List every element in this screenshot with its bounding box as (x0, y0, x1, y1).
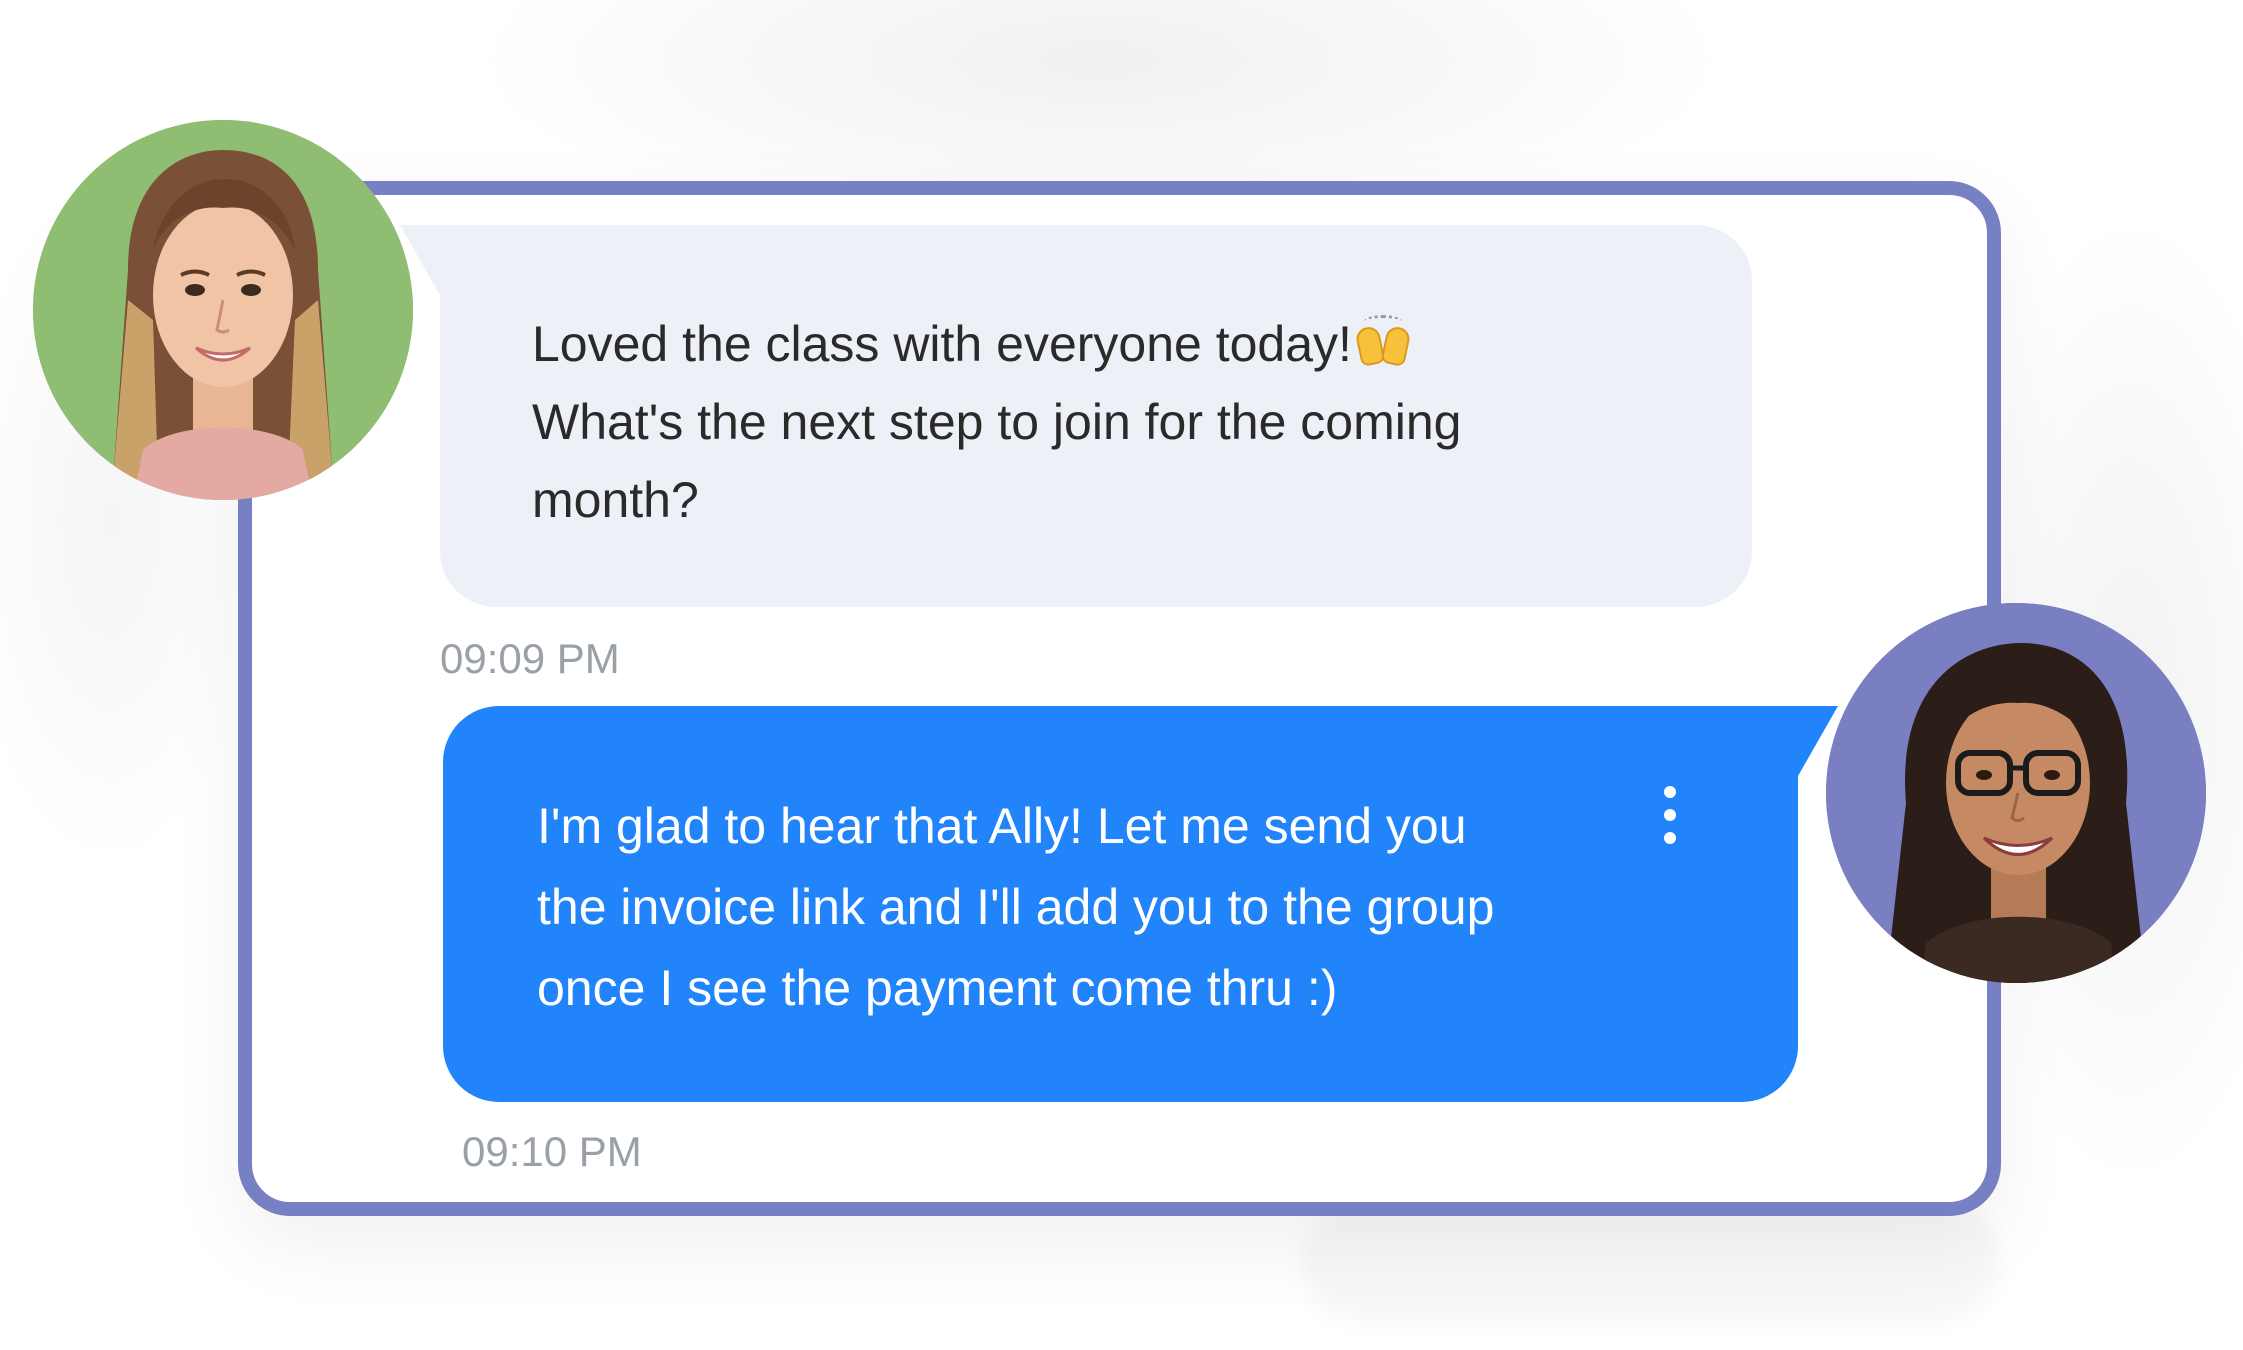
incoming-message-line-3: month? (532, 472, 699, 528)
background-shadow (1300, 1200, 2000, 1320)
incoming-message-line-1: Loved the class with everyone today! (532, 305, 1662, 383)
menu-dot (1664, 832, 1676, 844)
sender-portrait (33, 120, 413, 500)
incoming-message-line-2: What's the next step to join for the com… (532, 394, 1462, 450)
raising-hands-emoji-icon (1354, 315, 1412, 368)
recipient-avatar (1826, 603, 2206, 983)
chat-illustration: Loved the class with everyone today! Wha… (0, 0, 2243, 1350)
incoming-message-timestamp: 09:09 PM (440, 635, 620, 682)
menu-dot (1664, 786, 1676, 798)
outgoing-message-timestamp: 09:10 PM (462, 1128, 642, 1175)
outgoing-message-line-2: the invoice link and I'll add you to the… (537, 879, 1495, 935)
more-vertical-icon[interactable] (1650, 780, 1690, 850)
outgoing-message-bubble: I'm glad to hear that Ally! Let me send … (443, 706, 1838, 1102)
outgoing-message-line-1: I'm glad to hear that Ally! Let me send … (537, 798, 1467, 854)
incoming-message-bubble: Loved the class with everyone today! Wha… (400, 225, 1752, 607)
outgoing-message-line-3: once I see the payment come thru :) (537, 960, 1338, 1016)
menu-dot (1664, 809, 1676, 821)
sender-avatar (33, 120, 413, 500)
recipient-portrait (1826, 603, 2206, 983)
